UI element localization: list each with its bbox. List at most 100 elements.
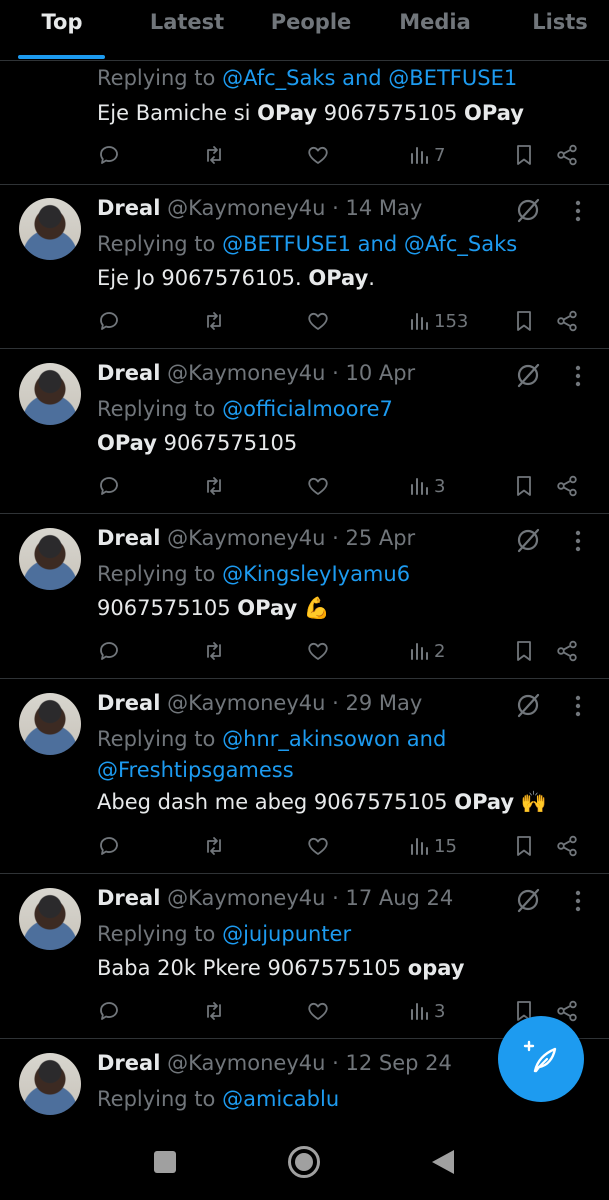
- username[interactable]: @Kaymoney4u: [167, 526, 325, 550]
- grok-icon[interactable]: [514, 886, 542, 914]
- more-icon[interactable]: [575, 365, 581, 387]
- reply-mention[interactable]: @KingsleyIyamu6: [222, 562, 410, 586]
- back-icon[interactable]: [430, 1148, 456, 1176]
- bookmark-button[interactable]: [512, 306, 536, 336]
- like-button[interactable]: [306, 471, 330, 501]
- share-button[interactable]: [555, 636, 579, 666]
- like-button[interactable]: [306, 636, 330, 666]
- display-name[interactable]: Dreal: [97, 196, 160, 220]
- reply-button[interactable]: [97, 140, 121, 170]
- views-button[interactable]: 7: [408, 140, 445, 170]
- reply-button[interactable]: [97, 996, 121, 1026]
- bookmark-icon: [517, 836, 531, 856]
- recents-icon[interactable]: [153, 1150, 177, 1174]
- tab-media[interactable]: Media: [399, 10, 471, 34]
- username[interactable]: @Kaymoney4u: [167, 886, 325, 910]
- views-button[interactable]: 3: [408, 996, 445, 1026]
- reply-mention[interactable]: @Freshtipsgamess: [97, 758, 294, 782]
- retweet-icon: [207, 1002, 221, 1020]
- share-button[interactable]: [555, 471, 579, 501]
- retweet-button[interactable]: [202, 636, 226, 666]
- home-icon[interactable]: [287, 1145, 321, 1179]
- share-button[interactable]: [555, 140, 579, 170]
- reply-button[interactable]: [97, 306, 121, 336]
- timestamp[interactable]: 12 Sep 24: [345, 1051, 451, 1075]
- display-name[interactable]: Dreal: [97, 361, 160, 385]
- timestamp[interactable]: 29 May: [345, 691, 422, 715]
- retweet-button[interactable]: [202, 140, 226, 170]
- tab-top[interactable]: Top: [42, 10, 83, 34]
- username[interactable]: @Kaymoney4u: [167, 196, 325, 220]
- retweet-button[interactable]: [202, 831, 226, 861]
- views-button[interactable]: 2: [408, 636, 445, 666]
- bookmark-button[interactable]: [512, 140, 536, 170]
- display-name[interactable]: Dreal: [97, 526, 160, 550]
- share-button[interactable]: [555, 306, 579, 336]
- share-button[interactable]: [555, 831, 579, 861]
- share-icon: [557, 835, 577, 857]
- like-button[interactable]: [306, 996, 330, 1026]
- timestamp[interactable]: 25 Apr: [345, 526, 415, 550]
- bookmark-button[interactable]: [512, 636, 536, 666]
- views-button[interactable]: 3: [408, 471, 445, 501]
- reply-button[interactable]: [97, 831, 121, 861]
- avatar[interactable]: [19, 888, 81, 950]
- retweet-button[interactable]: [202, 471, 226, 501]
- views-button[interactable]: 153: [408, 306, 468, 336]
- compose-button[interactable]: [498, 1016, 584, 1102]
- display-name[interactable]: Dreal: [97, 886, 160, 910]
- avatar[interactable]: [19, 528, 81, 590]
- like-button[interactable]: [306, 140, 330, 170]
- tab-lists[interactable]: Lists: [532, 10, 588, 34]
- tweet-text: 9067575105 OPay 💪: [97, 596, 331, 620]
- emoji: 🙌: [520, 790, 547, 814]
- like-button[interactable]: [306, 831, 330, 861]
- avatar[interactable]: [19, 198, 81, 260]
- grok-icon[interactable]: [514, 196, 542, 224]
- tweet[interactable]: Dreal @Kaymoney4u · 25 Apr Replying to @…: [0, 514, 609, 679]
- reply-context: Replying to @officialmoore7: [97, 397, 393, 421]
- tab-people[interactable]: People: [271, 10, 352, 34]
- timestamp[interactable]: 10 Apr: [345, 361, 415, 385]
- views-icon: [411, 838, 428, 855]
- more-icon[interactable]: [575, 200, 581, 222]
- display-name[interactable]: Dreal: [97, 691, 160, 715]
- reply-mention[interactable]: @BETFUSE1 and @Afc_Saks: [222, 232, 517, 256]
- bookmark-button[interactable]: [512, 471, 536, 501]
- tweet[interactable]: Dreal @Kaymoney4u · 14 May Replying to @…: [0, 184, 609, 349]
- like-button[interactable]: [306, 306, 330, 336]
- username[interactable]: @Kaymoney4u: [167, 691, 325, 715]
- reply-mention[interactable]: @jujupunter: [222, 922, 351, 946]
- tweet[interactable]: Dreal @Kaymoney4u · 10 Apr Replying to @…: [0, 349, 609, 514]
- username[interactable]: @Kaymoney4u: [167, 361, 325, 385]
- tweet[interactable]: Dreal @Kaymoney4u · 17 Aug 24 Replying t…: [0, 874, 609, 1039]
- reply-mention[interactable]: @amicablu: [222, 1087, 339, 1111]
- tab-latest[interactable]: Latest: [150, 10, 224, 34]
- timestamp[interactable]: 14 May: [345, 196, 422, 220]
- views-button[interactable]: 15: [408, 831, 457, 861]
- retweet-button[interactable]: [202, 306, 226, 336]
- reply-icon: [100, 642, 118, 660]
- grok-icon[interactable]: [514, 691, 542, 719]
- reply-mention[interactable]: @hnr_akinsowon and: [222, 727, 446, 751]
- grok-icon[interactable]: [514, 526, 542, 554]
- reply-button[interactable]: [97, 636, 121, 666]
- avatar[interactable]: [19, 693, 81, 755]
- grok-icon[interactable]: [514, 361, 542, 389]
- retweet-button[interactable]: [202, 996, 226, 1026]
- avatar[interactable]: [19, 1053, 81, 1115]
- timeline-feed[interactable]: Replying to @Afc_Saks and @BETFUSE1 Eje …: [0, 0, 609, 1128]
- bookmark-button[interactable]: [512, 831, 536, 861]
- reply-button[interactable]: [97, 471, 121, 501]
- avatar[interactable]: [19, 363, 81, 425]
- more-icon[interactable]: [575, 530, 581, 552]
- reply-mention[interactable]: @officialmoore7: [222, 397, 393, 421]
- more-icon[interactable]: [575, 695, 581, 717]
- reply-mention[interactable]: @Afc_Saks and @BETFUSE1: [222, 66, 517, 90]
- reply-icon: [100, 477, 118, 495]
- display-name[interactable]: Dreal: [97, 1051, 160, 1075]
- username[interactable]: @Kaymoney4u: [167, 1051, 325, 1075]
- more-icon[interactable]: [575, 890, 581, 912]
- tweet[interactable]: Dreal @Kaymoney4u · 29 May Replying to @…: [0, 679, 609, 874]
- timestamp[interactable]: 17 Aug 24: [345, 886, 453, 910]
